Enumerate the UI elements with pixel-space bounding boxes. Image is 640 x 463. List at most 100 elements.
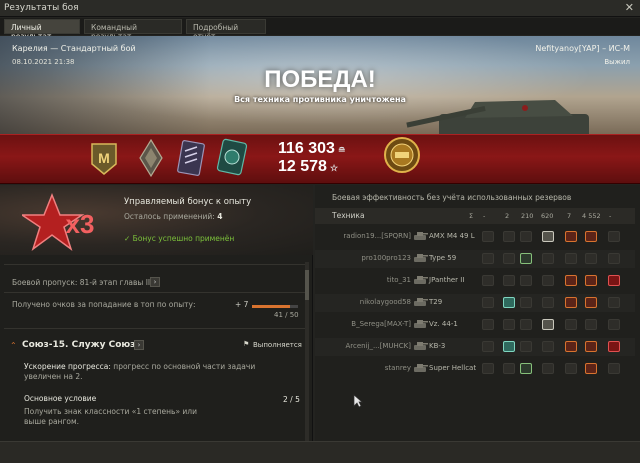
gold-order-icon[interactable] bbox=[383, 136, 421, 174]
main-condition-progress: 2 / 5 bbox=[283, 395, 300, 404]
damaged-icon bbox=[565, 231, 577, 242]
left-scrollbar-thumb[interactable] bbox=[305, 270, 309, 300]
bottom-bar bbox=[0, 441, 640, 463]
mastery-badge-icon[interactable]: M bbox=[88, 140, 120, 176]
mouse-cursor-icon bbox=[353, 394, 363, 408]
table-row[interactable]: Arcenij_...[MUHCK] KB-3 bbox=[315, 338, 635, 356]
assist-icon bbox=[520, 341, 532, 352]
battle-result-title: ПОБЕДА! bbox=[264, 66, 376, 93]
bonus-uses-remaining: Осталось применений: 4 bbox=[124, 212, 222, 221]
column-assist[interactable]: 210 bbox=[521, 212, 533, 220]
mission-info-button[interactable]: › bbox=[134, 340, 144, 350]
column-spotted[interactable]: - bbox=[483, 212, 485, 220]
assist-icon bbox=[520, 363, 532, 374]
xp-bonus-star-icon: x3 bbox=[22, 192, 95, 251]
tank-icon bbox=[413, 319, 428, 329]
hit-icon bbox=[503, 341, 515, 352]
stripe-badge-icon[interactable] bbox=[177, 139, 205, 177]
destroyed-icon bbox=[608, 319, 620, 330]
chevron-up-icon[interactable]: ⌃ bbox=[10, 341, 17, 350]
column-damage[interactable]: 4 552 bbox=[582, 212, 601, 220]
tab-bar: Личный результат Командный результат Под… bbox=[0, 18, 640, 41]
player-name: tito_31 bbox=[386, 276, 411, 284]
player-name: nikolaygood58 bbox=[359, 298, 411, 306]
acceleration-label: Ускорение прогресса: bbox=[24, 362, 111, 371]
top-xp-label: Получено очков за попадание в топ по опы… bbox=[12, 300, 196, 309]
destroyed-icon bbox=[608, 341, 620, 352]
main-condition-description: Получить знак классности «1 степень» или… bbox=[24, 407, 197, 426]
tank-icon bbox=[413, 275, 428, 285]
damaged-icon bbox=[565, 297, 577, 308]
damage-icon bbox=[585, 319, 597, 330]
battle-result-subtitle: Вся техника противника уничтожена bbox=[234, 95, 406, 104]
column-destroyed[interactable]: - bbox=[609, 212, 611, 220]
tab-team-result[interactable]: Командный результат bbox=[84, 19, 182, 41]
left-scrollbar[interactable] bbox=[305, 262, 309, 442]
xp-star-icon: ☆ bbox=[329, 163, 339, 173]
table-row[interactable]: tito_31 JPanther II bbox=[315, 272, 635, 290]
table-row[interactable]: stanrey Super Hellcat bbox=[315, 360, 635, 378]
table-row[interactable]: B_Serega[MAX-T] Vz. 44-1 bbox=[315, 316, 635, 334]
hit-icon bbox=[503, 319, 515, 330]
tank-name: Vz. 44-1 bbox=[429, 320, 458, 328]
tank-name: KB-3 bbox=[429, 342, 446, 350]
blocked-icon bbox=[542, 297, 554, 308]
table-row[interactable]: nikolaygood58 T29 bbox=[315, 294, 635, 312]
destroyed-icon bbox=[608, 275, 620, 286]
mastery-letter: M bbox=[98, 150, 110, 166]
blocked-icon bbox=[542, 231, 554, 242]
tank-name: Type 59 bbox=[429, 254, 457, 262]
efficiency-table-header: Техника Σ - 2 210 620 7 4 552 - bbox=[315, 208, 635, 224]
player-name: Arcenij_...[MUHCK] bbox=[345, 342, 411, 350]
destroyed-icon bbox=[608, 363, 620, 374]
battle-results-window: Результаты боя ✕ Личный результат Команд… bbox=[0, 0, 640, 463]
hit-icon bbox=[503, 297, 515, 308]
window-title: Результаты боя bbox=[4, 3, 79, 13]
player-name: radion19...[SPQRN] bbox=[343, 232, 411, 240]
blocked-icon bbox=[542, 363, 554, 374]
table-row[interactable]: pro100pro123 Type 59 bbox=[315, 250, 635, 268]
tab-detailed-report[interactable]: Подробный отчёт bbox=[186, 19, 266, 41]
assist-icon bbox=[520, 297, 532, 308]
damaged-icon bbox=[565, 341, 577, 352]
tank-icon bbox=[413, 363, 428, 373]
divider bbox=[4, 328, 306, 329]
battle-datetime: 08.10.2021 21:38 bbox=[12, 58, 75, 66]
damage-icon bbox=[585, 363, 597, 374]
column-total[interactable]: Σ bbox=[469, 212, 473, 220]
blocked-icon bbox=[542, 253, 554, 264]
blocked-icon bbox=[542, 275, 554, 286]
class-badge-icon[interactable] bbox=[138, 138, 164, 178]
map-mode-label: Карелия — Стандартный бой bbox=[12, 44, 136, 53]
table-row[interactable]: radion19...[SPQRN] AMX M4 49 L bbox=[315, 228, 635, 246]
column-vehicle[interactable]: Техника bbox=[332, 211, 365, 220]
mission-title[interactable]: Союз-15. Служу Союзу bbox=[22, 340, 141, 350]
damage-icon bbox=[585, 231, 597, 242]
tank-icon bbox=[413, 231, 428, 241]
tank-icon bbox=[413, 297, 428, 307]
player-name: stanrey bbox=[384, 364, 411, 372]
damage-icon bbox=[585, 275, 597, 286]
hit-icon bbox=[503, 253, 515, 264]
tab-personal-result[interactable]: Личный результат bbox=[4, 19, 80, 41]
player-name: pro100pro123 bbox=[361, 254, 411, 262]
bonus-multiplier: x3 bbox=[66, 209, 95, 239]
blocked-icon bbox=[542, 319, 554, 330]
bonus-applied-status: ✓ Бонус успешно применён bbox=[124, 234, 235, 243]
battle-hero-icon[interactable] bbox=[216, 137, 248, 177]
xp-earned: 12 578 ☆ bbox=[278, 158, 338, 176]
xp-value: 12 578 bbox=[278, 158, 327, 175]
battle-pass-info-button[interactable]: › bbox=[150, 277, 160, 287]
destroyed-icon bbox=[608, 231, 620, 242]
column-damaged[interactable]: 7 bbox=[567, 212, 571, 220]
column-hits[interactable]: 2 bbox=[505, 212, 509, 220]
close-icon[interactable]: ✕ bbox=[625, 1, 634, 14]
mission-status: Выполняется bbox=[253, 341, 302, 349]
spotted-icon bbox=[482, 319, 494, 330]
damaged-icon bbox=[565, 253, 577, 264]
hit-icon bbox=[503, 275, 515, 286]
damaged-icon bbox=[565, 319, 577, 330]
mission-acceleration: Ускорение прогресса: прогресс по основно… bbox=[24, 362, 284, 382]
column-blocked[interactable]: 620 bbox=[541, 212, 553, 220]
damage-icon bbox=[585, 297, 597, 308]
